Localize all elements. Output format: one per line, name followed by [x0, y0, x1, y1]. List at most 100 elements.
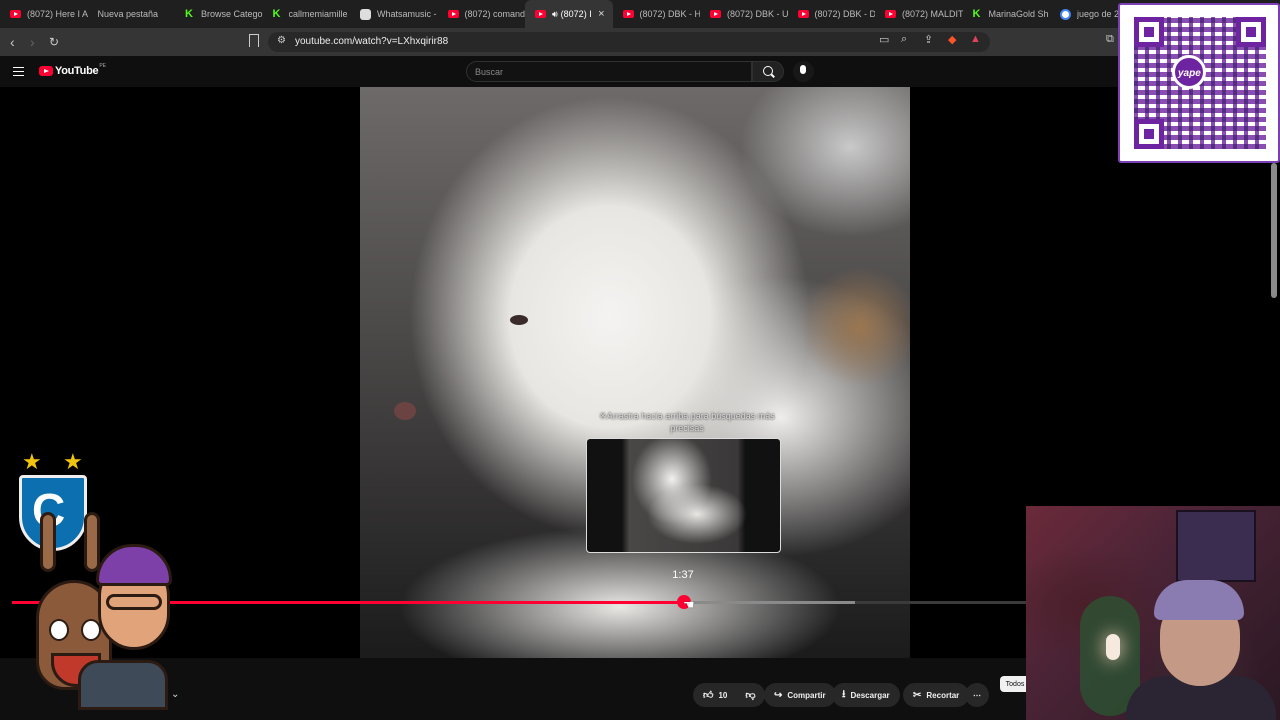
browser-tab[interactable]: (8072) comand	[438, 0, 526, 28]
cartoon-glasses	[106, 594, 162, 610]
zoom-icon[interactable]: ⌕	[901, 33, 907, 46]
kick-favicon-icon: K	[185, 8, 193, 20]
mascot-eye	[49, 619, 69, 641]
page-scrollbar[interactable]	[1271, 163, 1277, 298]
lamp	[1106, 634, 1120, 660]
download-label: Descargar	[850, 690, 890, 700]
tab-close-icon[interactable]: ×	[598, 8, 604, 20]
qr-finder-mark	[1236, 17, 1266, 47]
forward-arrow-icon[interactable]: ›	[30, 33, 35, 51]
tab-title: Whatsamusic -	[377, 9, 437, 19]
voice-search-button[interactable]	[793, 61, 814, 82]
kick-favicon-icon: K	[272, 8, 281, 20]
dog-nose	[394, 402, 416, 420]
youtube-favicon-icon	[10, 10, 21, 18]
download-button[interactable]: ⭳ Descargar	[832, 683, 900, 707]
browser-tab[interactable]: (8072) DBK - D	[788, 0, 876, 28]
youtube-favicon-icon	[447, 10, 459, 18]
streamer-cap	[1154, 580, 1244, 620]
youtube-logo-text: YouTube	[55, 65, 99, 77]
yape-logo-text: yape	[1178, 68, 1201, 79]
tab-title: (8072) DBK - D	[814, 9, 876, 19]
search-input[interactable]: Buscar	[475, 67, 503, 77]
tab-title: (8072) Here I A	[27, 9, 88, 19]
search-icon	[763, 66, 773, 76]
qr-code-overlay: yape	[1118, 3, 1280, 163]
tab-title: (8072) comand	[464, 9, 526, 19]
chevron-down-icon[interactable]: ⌄	[171, 689, 179, 700]
cartoon-beanie	[96, 544, 172, 586]
download-icon: ⭳	[842, 688, 846, 700]
brave-shield-icon[interactable]: ◆	[948, 33, 956, 46]
tab-title: callmemiamille	[288, 9, 348, 19]
cast-icon[interactable]: ▭	[879, 33, 889, 46]
tab-title: (8072) MALDIT	[902, 9, 963, 19]
youtube-favicon-icon	[797, 10, 809, 18]
clip-button[interactable]: ✂ Recortar	[903, 683, 970, 707]
microphone-icon	[800, 65, 806, 74]
tab-title: Browse Catego	[201, 9, 263, 19]
browser-tab[interactable]: (8072) DBK - U	[700, 0, 788, 28]
youtube-favicon-icon	[535, 10, 546, 18]
dislike-icon[interactable]: 👎︎	[745, 689, 755, 701]
menu-icon[interactable]	[13, 67, 24, 76]
browser-tab[interactable]: Whatsamusic -	[350, 0, 438, 28]
seek-time-tooltip: 1:37	[672, 569, 694, 581]
bookmark-icon[interactable]	[249, 34, 259, 47]
more-actions-button[interactable]: ⋯	[965, 683, 989, 707]
search-field[interactable]: Buscar	[466, 61, 752, 82]
like-count[interactable]: 10	[718, 691, 727, 700]
star-icon: ★	[63, 449, 83, 474]
share-button[interactable]: ↪ Compartir	[764, 683, 836, 707]
webcam-overlay	[1026, 506, 1280, 720]
share-icon[interactable]: ⇪	[924, 33, 933, 46]
youtube-play-icon	[39, 66, 53, 76]
mascot-ear	[84, 512, 100, 572]
speaker-icon[interactable]: 🔊︎	[552, 9, 558, 20]
star-icon: ★	[22, 449, 42, 474]
tab-title: (8072) DBK - U	[727, 9, 788, 19]
url-text[interactable]: youtube.com/watch?v=LXhxqirir88	[295, 36, 448, 47]
brave-rewards-icon[interactable]: ▲	[970, 33, 981, 45]
sidebar-toggle-icon[interactable]: ⧉	[1106, 33, 1114, 46]
kick-favicon-icon: K	[972, 8, 981, 20]
tab-title: (8072) DBK - H	[639, 9, 701, 19]
browser-tab[interactable]: Kcallmemiamille	[263, 0, 351, 28]
share-label: Compartir	[787, 690, 826, 700]
browser-tab-strip: (8072) Here I A Nueva pestaña K Browse Cate…	[0, 0, 1280, 28]
youtube-logo[interactable]: YouTube PE	[39, 63, 106, 77]
site-settings-icon[interactable]: ⚙	[277, 35, 286, 46]
qr-finder-mark	[1134, 119, 1164, 149]
dog-eye	[510, 315, 528, 325]
drag-hint-text: ※Arrastra hacia arriba para búsquedas má…	[599, 411, 775, 433]
scissors-icon: ✂	[913, 689, 922, 701]
like-dislike-group: 👍︎ 10 👎︎	[693, 683, 765, 707]
youtube-masthead: YouTube PE Buscar	[0, 56, 1280, 87]
tab-title: MarinaGold Sh	[988, 9, 1049, 19]
back-arrow-icon[interactable]: ‹	[10, 33, 15, 51]
seek-preview-thumbnail	[586, 438, 781, 553]
browser-tab[interactable]: K Browse Catego	[175, 0, 263, 28]
browser-tab[interactable]: (8072) MALDIT	[875, 0, 963, 28]
reload-icon[interactable]: ↻	[49, 33, 59, 51]
browser-tab[interactable]: 🔊︎ (8072) I ×	[525, 0, 613, 28]
google-favicon-icon	[1060, 8, 1071, 20]
hand-cursor-icon: ☚	[683, 597, 695, 612]
like-icon[interactable]: 👍︎	[703, 689, 713, 701]
youtube-favicon-icon	[885, 10, 896, 18]
tab-title: (8072) I	[560, 9, 592, 19]
streamer-mascot-illustration	[18, 512, 172, 710]
cartoon-person-body	[78, 660, 168, 710]
browser-tab[interactable]: K MarinaGold Sh	[963, 0, 1051, 28]
search-button[interactable]	[752, 61, 784, 82]
browser-tab[interactable]: (8072) DBK - H	[613, 0, 701, 28]
wall-poster	[1176, 510, 1256, 582]
whatsamusic-favicon-icon	[360, 8, 371, 20]
browser-tab[interactable]: Nueva pestaña	[88, 0, 176, 28]
qr-finder-mark	[1134, 17, 1164, 47]
browser-toolbar: ‹ › ↻ ⚙ youtube.com/watch?v=LXhxqirir88 …	[0, 28, 1280, 56]
video-frame[interactable]	[360, 87, 910, 658]
tab-title: Nueva pestaña	[97, 9, 159, 19]
mascot-ear	[40, 512, 56, 572]
browser-tab[interactable]: (8072) Here I A	[0, 0, 88, 28]
